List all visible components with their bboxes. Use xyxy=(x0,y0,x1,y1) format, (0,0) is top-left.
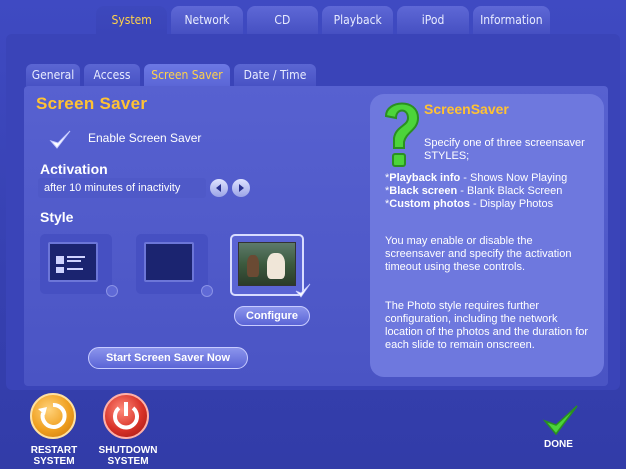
subtab-screen-saver[interactable]: Screen Saver xyxy=(144,64,230,86)
tab-network[interactable]: Network xyxy=(171,6,243,34)
arrow-left-icon xyxy=(216,184,221,192)
power-icon xyxy=(113,402,139,430)
arrow-right-icon xyxy=(239,184,244,192)
style-heading: Style xyxy=(40,209,74,225)
playback-info-thumbnail-icon xyxy=(56,256,85,273)
done-button[interactable]: DONE xyxy=(544,439,573,450)
subtab-access[interactable]: Access xyxy=(84,64,140,86)
help-style-item: *Playback info - Shows Now Playing xyxy=(385,172,568,184)
playback-info-preview xyxy=(48,242,98,282)
top-tab-bar: System Network CD Playback iPod Informat… xyxy=(96,6,550,34)
enable-screen-saver-label[interactable]: Enable Screen Saver xyxy=(88,131,201,145)
help-title: ScreenSaver xyxy=(424,101,509,117)
black-screen-preview xyxy=(144,242,194,282)
help-style-list: *Playback info - Shows Now Playing *Blac… xyxy=(385,172,595,211)
style-option-black-screen[interactable] xyxy=(136,234,208,294)
tab-cd[interactable]: CD xyxy=(246,6,319,34)
sub-tab-bar: General Access Screen Saver Date / Time xyxy=(26,64,316,86)
enable-checkbox-check-icon[interactable] xyxy=(48,128,72,152)
help-paragraph-enable: You may enable or disable the screensave… xyxy=(385,235,572,273)
style-option-playback-info[interactable] xyxy=(40,234,112,294)
question-mark-icon xyxy=(384,102,420,167)
custom-photo-preview xyxy=(238,242,296,286)
restart-icon xyxy=(38,402,67,429)
section-title: Screen Saver xyxy=(36,94,148,113)
shutdown-system-button[interactable] xyxy=(103,393,149,439)
help-paragraph-photo: The Photo style requires further configu… xyxy=(385,300,589,351)
selected-check-icon xyxy=(295,283,311,298)
tab-playback[interactable]: Playback xyxy=(322,6,394,34)
tab-ipod[interactable]: iPod xyxy=(397,6,469,34)
activation-heading: Activation xyxy=(40,161,108,177)
subtab-general[interactable]: General xyxy=(26,64,80,86)
tab-system[interactable]: System xyxy=(96,6,168,34)
style-option-custom-photos[interactable] xyxy=(230,234,304,296)
shutdown-label: SHUTDOWN SYSTEM xyxy=(98,445,158,467)
restart-label: RESTART SYSTEM xyxy=(30,445,78,467)
configure-button[interactable]: Configure xyxy=(234,306,310,326)
tab-information[interactable]: Information xyxy=(472,6,550,34)
done-check-icon[interactable] xyxy=(543,403,579,437)
help-style-item: *Black screen - Blank Black Screen xyxy=(385,185,563,197)
help-style-item: *Custom photos - Display Photos xyxy=(385,198,554,210)
help-intro: Specify one of three screensaver STYLES; xyxy=(424,137,585,162)
restart-system-button[interactable] xyxy=(30,393,76,439)
style-radio-playback-info[interactable] xyxy=(106,285,118,297)
subtab-date-time[interactable]: Date / Time xyxy=(234,64,316,86)
start-screen-saver-button[interactable]: Start Screen Saver Now xyxy=(88,347,248,369)
activation-value: after 10 minutes of inactivity xyxy=(38,178,206,198)
style-radio-black-screen[interactable] xyxy=(201,285,213,297)
activation-prev-button[interactable] xyxy=(210,179,228,197)
activation-next-button[interactable] xyxy=(232,179,250,197)
